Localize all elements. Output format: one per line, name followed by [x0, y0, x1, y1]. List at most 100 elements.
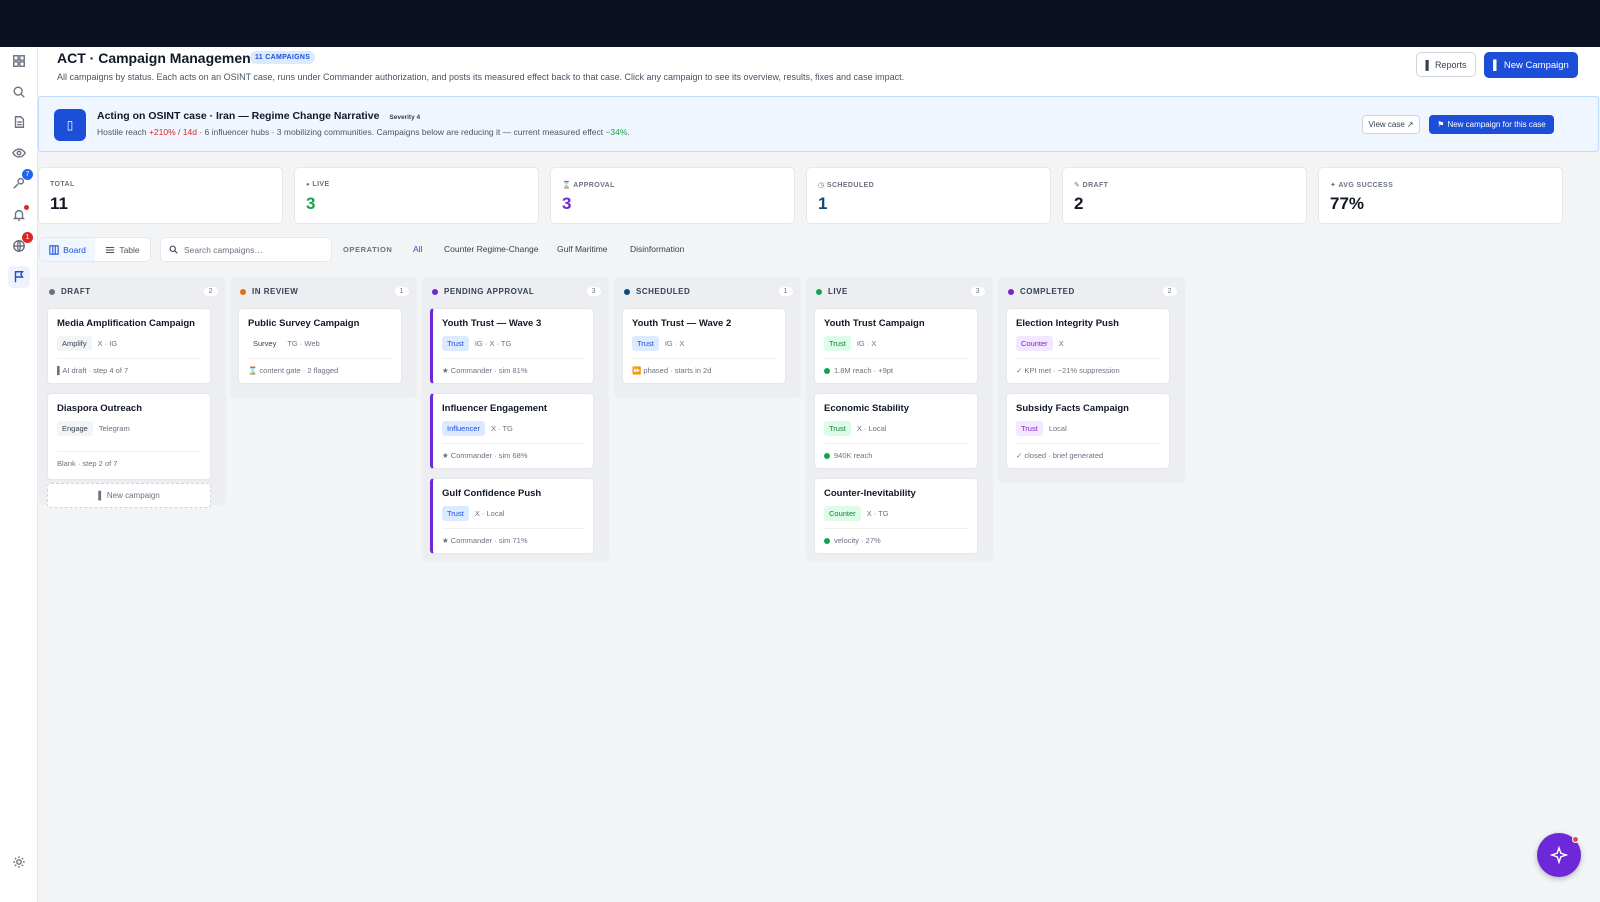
- column-header: DRAFT 2: [49, 287, 218, 296]
- card-footer: ⏩ phased · starts in 2d: [632, 358, 776, 375]
- campaign-card[interactable]: Youth Trust — Wave 2 Trust IG · X ⏩ phase…: [622, 308, 786, 384]
- channels: IG · X: [856, 339, 877, 348]
- flag-icon[interactable]: [8, 266, 30, 288]
- column-title: SCHEDULED: [636, 287, 691, 296]
- card-meta: Influencer X · TG: [442, 421, 513, 436]
- target-icon[interactable]: 7: [8, 169, 33, 194]
- new-campaign-button[interactable]: ▌ New Campaign: [1484, 52, 1578, 78]
- table-view-button[interactable]: Table: [95, 238, 150, 261]
- notification-dot: [1572, 836, 1579, 843]
- external-link-icon: ↗: [1406, 120, 1414, 129]
- stat-draft: ✎ DRAFT 2: [1062, 167, 1307, 224]
- card-title: Public Survey Campaign: [248, 318, 360, 329]
- column-in-review: IN REVIEW 1 Public Survey Campaign Survey…: [230, 277, 417, 398]
- card-title: Youth Trust — Wave 2: [632, 318, 732, 329]
- campaign-card[interactable]: Youth Trust — Wave 3 Trust IG · X · TG ★ …: [430, 308, 594, 384]
- channels: IG · X · TG: [474, 339, 512, 348]
- new-campaign-card-button[interactable]: ▌ New campaign: [47, 483, 211, 508]
- campaign-card[interactable]: Economic Stability Trust X · Local 940K r…: [814, 393, 978, 469]
- reports-button[interactable]: ▌ Reports: [1416, 52, 1476, 77]
- campaign-card[interactable]: Subsidy Facts Campaign Trust Local ✓ clos…: [1006, 393, 1170, 469]
- campaign-card[interactable]: Influencer Engagement Influencer X · TG ★…: [430, 393, 594, 469]
- operation-gulf-maritime[interactable]: Gulf Maritime: [557, 244, 608, 254]
- stat-label: ✦ AVG SUCCESS: [1330, 181, 1393, 189]
- live-dot-icon: ●: [306, 182, 311, 188]
- column-count: 1: [394, 287, 409, 296]
- list-icon: [106, 246, 115, 253]
- ai-assistant-button[interactable]: [1537, 833, 1581, 877]
- view-case-button[interactable]: View case ↗: [1362, 115, 1420, 134]
- stat-scheduled: ◷ SCHEDULED 1: [806, 167, 1051, 224]
- card-title: Election Integrity Push: [1016, 318, 1119, 329]
- channels: Telegram: [98, 424, 130, 433]
- page-header: ACT · Campaign Management 11 CAMPAIGNS A…: [38, 47, 1600, 96]
- column-live: LIVE 3 Youth Trust Campaign Trust IG · X 1…: [806, 277, 993, 562]
- stat-value: 11: [50, 194, 68, 213]
- footer-text: ★ Commander · sim 81%: [442, 366, 528, 375]
- type-tag: Amplify: [57, 336, 92, 351]
- new-campaign-case-label: New campaign for this case: [1447, 120, 1546, 129]
- card-title: Gulf Confidence Push: [442, 488, 542, 499]
- flag-small-icon: ⚑: [1437, 120, 1445, 129]
- status-dot: [816, 288, 822, 295]
- search-box: [160, 237, 332, 262]
- stat-label-text: LIVE: [312, 181, 330, 188]
- column-count: 3: [586, 287, 601, 296]
- type-tag: Trust: [824, 421, 851, 436]
- settings-icon[interactable]: [8, 851, 30, 873]
- search-input[interactable]: [184, 244, 324, 255]
- column-header: COMPLETED 2: [1008, 287, 1177, 296]
- grid-icon[interactable]: [8, 50, 30, 72]
- status-dot: [240, 288, 246, 295]
- column-header: IN REVIEW 1: [240, 287, 409, 296]
- column-title: LIVE: [828, 287, 848, 296]
- operation-disinformation[interactable]: Disinformation: [630, 244, 684, 254]
- campaign-card[interactable]: Counter-Inevitability Counter X · TG velo…: [814, 478, 978, 554]
- stat-live: ● LIVE 3: [294, 167, 539, 224]
- column-header: LIVE 3: [816, 287, 985, 296]
- channels: X · TG: [866, 509, 889, 518]
- case-text-prefix: Hostile reach: [97, 127, 149, 137]
- footer-text: velocity · 27%: [834, 536, 881, 545]
- globe-badge: 1: [22, 232, 33, 243]
- stat-avg-success: ✦ AVG SUCCESS 77%: [1318, 167, 1563, 224]
- card-footer: velocity · 27%: [824, 528, 968, 545]
- operation-all[interactable]: All: [413, 244, 422, 254]
- eye-icon[interactable]: [8, 142, 30, 164]
- channels: X: [1058, 339, 1064, 348]
- footer-text: 940K reach: [834, 451, 873, 460]
- new-campaign-for-case-button[interactable]: ⚑ New campaign for this case: [1429, 115, 1554, 134]
- campaign-card[interactable]: Diaspora Outreach Engage Telegram Blank ·…: [47, 393, 211, 480]
- card-footer: 940K reach: [824, 443, 968, 460]
- globe-icon[interactable]: 1: [8, 232, 33, 257]
- operation-counter-regime-change[interactable]: Counter Regime-Change: [444, 244, 539, 254]
- case-title: Acting on OSINT case · Iran — Regime Cha…: [97, 110, 420, 122]
- document-icon[interactable]: [8, 111, 30, 133]
- case-summary: Hostile reach +210% / 14d · 6 influencer…: [97, 127, 630, 137]
- board-label: Board: [63, 244, 86, 255]
- card-title: Economic Stability: [824, 403, 909, 414]
- type-tag: Trust: [632, 336, 659, 351]
- stat-total: TOTAL 11: [38, 167, 283, 224]
- campaign-card[interactable]: Youth Trust Campaign Trust IG · X 1.8M re…: [814, 308, 978, 384]
- column-header: SCHEDULED 1: [624, 287, 793, 296]
- column-scheduled: SCHEDULED 1 Youth Trust — Wave 2 Trust IG …: [614, 277, 801, 398]
- footer-text: Blank · step 2 of 7: [57, 459, 118, 468]
- stat-label-text: AVG SUCCESS: [1338, 182, 1394, 189]
- campaign-card[interactable]: Gulf Confidence Push Trust X · Local ★ Co…: [430, 478, 594, 554]
- plus-icon: ▌: [98, 491, 104, 500]
- campaign-card[interactable]: Public Survey Campaign Survey TG · Web ⌛ …: [238, 308, 402, 384]
- campaign-card[interactable]: Media Amplification Campaign Amplify X · …: [47, 308, 211, 384]
- bell-icon[interactable]: [8, 204, 30, 226]
- search-icon[interactable]: [8, 81, 30, 103]
- board-view-button[interactable]: Board: [40, 238, 95, 261]
- stat-label-text: TOTAL: [50, 181, 75, 188]
- card-meta: Counter X · TG: [824, 506, 889, 521]
- column-header: PENDING APPROVAL 3: [432, 287, 601, 296]
- channels: X · Local: [856, 424, 887, 433]
- column-title: IN REVIEW: [252, 287, 299, 296]
- card-footer: ✓ closed · brief generated: [1016, 443, 1160, 460]
- channels: Local: [1048, 424, 1067, 433]
- campaign-card[interactable]: Election Integrity Push Counter X ✓ KPI m…: [1006, 308, 1170, 384]
- column-count: 2: [1162, 287, 1177, 296]
